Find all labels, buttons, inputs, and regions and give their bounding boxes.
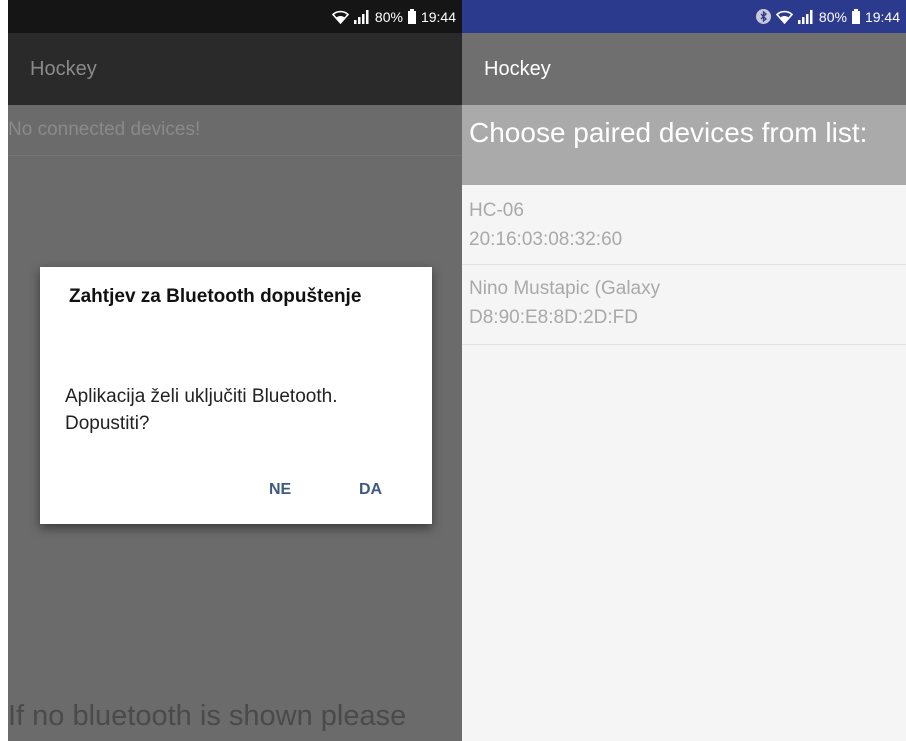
battery-icon bbox=[407, 9, 416, 24]
battery-percent: 80% bbox=[374, 8, 403, 25]
device-address: D8:90:E8:8D:2D:FD bbox=[469, 307, 638, 328]
app-title: Hockey bbox=[30, 58, 97, 80]
paired-devices-header: Choose paired devices from list: bbox=[462, 105, 906, 185]
app-bar: Hockey bbox=[462, 33, 906, 105]
device-address: 20:16:03:08:32:60 bbox=[469, 229, 623, 250]
status-icons: 80% 19:44 bbox=[755, 0, 900, 33]
device-name: Nino Mustapic (Galaxy bbox=[469, 278, 661, 299]
status-icons: 80% 19:44 bbox=[331, 0, 456, 33]
app-bar: Hockey bbox=[8, 33, 462, 105]
right-screen: 80% 19:44 Hockey Choose paired devices f… bbox=[462, 0, 906, 741]
bluetooth-icon bbox=[755, 9, 771, 24]
status-time: 19:44 bbox=[420, 8, 456, 25]
left-screen: 80% 19:44 Hockey No connected devices! I… bbox=[8, 0, 462, 741]
dialog-message: Aplikacija želi uključiti Bluetooth. Dop… bbox=[65, 386, 338, 434]
paired-devices-list: HC-06 20:16:03:08:32:60 Nino Mustapic (G… bbox=[462, 187, 906, 345]
status-time: 19:44 bbox=[864, 8, 900, 25]
device-list-item[interactable]: Nino Mustapic (Galaxy D8:90:E8:8D:2D:FD bbox=[462, 265, 906, 345]
app-title: Hockey bbox=[484, 58, 551, 80]
signal-icon bbox=[353, 9, 369, 24]
device-name: HC-06 bbox=[469, 200, 524, 221]
deny-button[interactable]: NE bbox=[269, 481, 291, 499]
wifi-icon bbox=[331, 10, 349, 24]
bluetooth-permission-dialog: Zahtjev za Bluetooth dopuštenje Aplikaci… bbox=[40, 267, 432, 524]
paired-devices-header-text: Choose paired devices from list: bbox=[469, 117, 868, 148]
status-bar: 80% 19:44 bbox=[462, 0, 906, 33]
wifi-icon bbox=[775, 10, 793, 24]
dialog-title: Zahtjev za Bluetooth dopuštenje bbox=[69, 286, 362, 307]
signal-icon bbox=[797, 9, 813, 24]
battery-icon bbox=[851, 9, 860, 24]
allow-button[interactable]: DA bbox=[359, 481, 382, 499]
no-devices-message: No connected devices! bbox=[8, 105, 462, 156]
bottom-hint-text: If no bluetooth is shown please bbox=[8, 700, 407, 732]
device-list-item[interactable]: HC-06 20:16:03:08:32:60 bbox=[462, 187, 906, 265]
status-bar: 80% 19:44 bbox=[8, 0, 462, 33]
battery-percent: 80% bbox=[818, 8, 847, 25]
